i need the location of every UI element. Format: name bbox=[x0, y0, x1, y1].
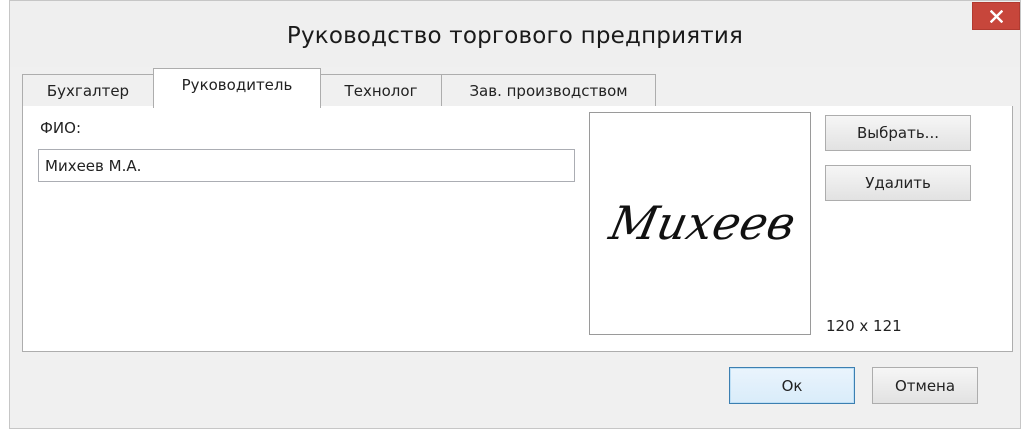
cancel-button-label: Отмена bbox=[894, 376, 956, 395]
tab-production-head[interactable]: Зав. производством bbox=[441, 74, 656, 107]
tab-accountant[interactable]: Бухгалтер bbox=[22, 74, 154, 107]
tab-manager[interactable]: Руководитель bbox=[153, 68, 321, 108]
title-bar: Руководство торгового предприятия bbox=[10, 1, 1020, 67]
ok-button-label: Ок bbox=[781, 376, 803, 395]
tab-bar: Бухгалтер Руководитель Технолог Зав. про… bbox=[22, 68, 1012, 108]
tab-panel-manager: ФИО: Михеев Выбрать... Удалить 120 x 121 bbox=[22, 106, 1013, 352]
fio-label: ФИО: bbox=[40, 119, 81, 137]
fio-input[interactable] bbox=[38, 149, 575, 182]
delete-button-label: Удалить bbox=[865, 174, 931, 192]
image-size-label: 120 x 121 bbox=[826, 317, 902, 335]
close-icon bbox=[989, 9, 1003, 23]
tab-label: Бухгалтер bbox=[46, 82, 130, 100]
signature-image: Михеев bbox=[589, 112, 811, 335]
choose-button[interactable]: Выбрать... bbox=[825, 115, 971, 151]
delete-button[interactable]: Удалить bbox=[825, 165, 971, 201]
tab-label: Руководитель bbox=[181, 75, 293, 94]
cancel-button[interactable]: Отмена bbox=[872, 367, 978, 404]
choose-button-label: Выбрать... bbox=[857, 124, 939, 142]
screen: Руководство торгового предприятия Бухгал… bbox=[0, 0, 1023, 435]
signature-text: Михеев bbox=[604, 196, 800, 249]
tab-label: Технолог bbox=[344, 82, 418, 100]
signature-drawing: Михеев bbox=[604, 196, 800, 249]
dialog-window: Руководство торгового предприятия Бухгал… bbox=[9, 0, 1021, 429]
window-title: Руководство торгового предприятия bbox=[286, 23, 744, 49]
tab-label: Зав. производством bbox=[469, 82, 628, 100]
ok-button[interactable]: Ок bbox=[729, 367, 855, 404]
close-button[interactable] bbox=[972, 2, 1020, 30]
tab-technologist[interactable]: Технолог bbox=[320, 74, 442, 107]
